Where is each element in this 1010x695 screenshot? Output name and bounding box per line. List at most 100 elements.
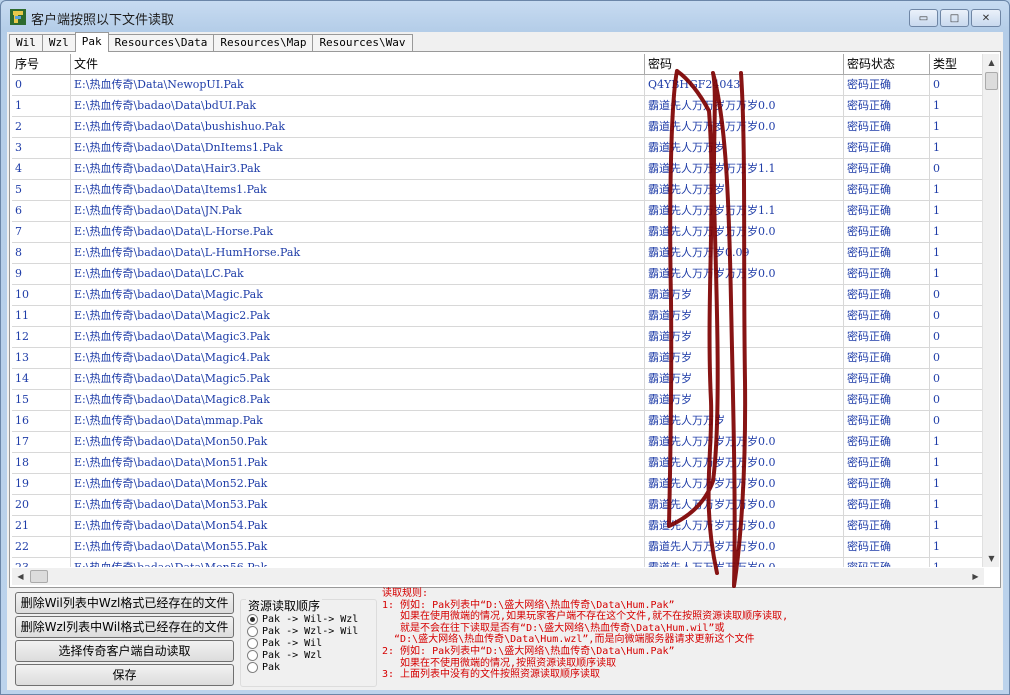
table-row[interactable]: 19 E:\热血传奇\badao\Data\Mon52.Pak 霸道先人万万岁万万岁…: [12, 474, 984, 495]
cell-type: 0: [930, 327, 984, 347]
cell-password-status: 密码正确: [844, 180, 930, 200]
maximize-icon: □: [949, 12, 960, 24]
cell-index: 23: [12, 558, 71, 567]
scroll-up-arrow-icon[interactable]: ▲: [983, 54, 1000, 71]
table-row[interactable]: 10 E:\热血传奇\badao\Data\Magic.Pak 霸道万岁 密码正确 0: [12, 285, 984, 306]
table-row[interactable]: 17 E:\热血传奇\badao\Data\Mon50.Pak 霸道先人万万岁万万岁…: [12, 432, 984, 453]
read-rules-text: 读取规则: 1: 例如: Pak列表中“D:\盛大网络\热血传奇\Data\Hum…: [382, 588, 1000, 681]
table-row[interactable]: 5 E:\热血传奇\badao\Data\Items1.Pak 霸道先人万万岁 密码正…: [12, 180, 984, 201]
radio-button[interactable]: [247, 661, 258, 673]
cell-password-status: 密码正确: [844, 138, 930, 158]
save-button[interactable]: 保存: [15, 664, 234, 686]
read-order-option[interactable]: Pak -> Wzl: [247, 649, 322, 661]
table-row[interactable]: 1 E:\热血传奇\badao\Data\bdUI.Pak 霸道先人万万岁万万岁0.…: [12, 96, 984, 117]
table-row[interactable]: 2 E:\热血传奇\badao\Data\bushishuo.Pak 霸道先人万万岁…: [12, 117, 984, 138]
tab-resources-data[interactable]: Resources\Data: [107, 34, 215, 52]
vertical-scroll-thumb[interactable]: [985, 72, 998, 90]
horizontal-scroll-thumb[interactable]: [30, 570, 48, 583]
cell-type: 0: [930, 390, 984, 410]
tab-resources-wav[interactable]: Resources\Wav: [312, 34, 413, 52]
table-row[interactable]: 13 E:\热血传奇\badao\Data\Magic4.Pak 霸道万岁 密码正确 0: [12, 348, 984, 369]
column-header-file[interactable]: 文件: [71, 54, 645, 74]
minimize-button[interactable]: ▭: [909, 9, 938, 27]
cell-password: 霸道先人万万岁万万岁0.0: [645, 558, 844, 567]
column-header-index[interactable]: 序号: [12, 54, 71, 74]
tab-wil[interactable]: Wil: [9, 34, 43, 52]
title-bar[interactable]: 客户端按照以下文件读取 ▭ □ ✕: [1, 1, 1009, 31]
window-title: 客户端按照以下文件读取: [31, 13, 175, 28]
cell-index: 2: [12, 117, 71, 137]
client-area: Wil Wzl Pak Resources\Data Resources\Map…: [7, 32, 1003, 690]
table-row[interactable]: 4 E:\热血传奇\badao\Data\Hair3.Pak 霸道先人万万岁万万岁1…: [12, 159, 984, 180]
read-order-option[interactable]: Pak -> Wil-> Wzl: [247, 613, 358, 625]
cell-file: E:\热血传奇\badao\Data\JN.Pak: [71, 201, 645, 221]
table-row[interactable]: 20 E:\热血传奇\badao\Data\Mon53.Pak 霸道先人万万岁万万岁…: [12, 495, 984, 516]
cell-password: 霸道先人万万岁万万岁0.0: [645, 264, 844, 284]
cell-file: E:\热血传奇\badao\Data\Mon50.Pak: [71, 432, 645, 452]
table-row[interactable]: 14 E:\热血传奇\badao\Data\Magic5.Pak 霸道万岁 密码正确 0: [12, 369, 984, 390]
table-row[interactable]: 23E:\热血传奇\badao\Data\Mon56.Pak霸道先人万万岁万万岁…: [12, 558, 984, 567]
cell-type: 1: [930, 432, 984, 452]
table-row[interactable]: 7 E:\热血传奇\badao\Data\L-Horse.Pak 霸道先人万万岁万万…: [12, 222, 984, 243]
column-header-password[interactable]: 密码: [645, 54, 844, 74]
table-row[interactable]: 0 E:\热血传奇\Data\NewopUI.Pak Q4YBHGF24043 密码正…: [12, 75, 984, 96]
table-row[interactable]: 15 E:\热血传奇\badao\Data\Magic8.Pak 霸道万岁 密码正确 0: [12, 390, 984, 411]
cell-password: 霸道万岁: [645, 348, 844, 368]
horizontal-scrollbar[interactable]: ◀ ▶: [12, 568, 984, 585]
table-row[interactable]: 3 E:\热血传奇\badao\Data\DnItems1.Pak 霸道先人万万岁密…: [12, 138, 984, 159]
cell-type: 1: [930, 201, 984, 221]
radio-label: Pak -> Wil: [262, 637, 323, 649]
cell-index: 15: [12, 390, 71, 410]
column-header-password-status[interactable]: 密码状态: [844, 54, 930, 74]
cell-file: E:\热血传奇\badao\Data\bdUI.Pak: [71, 96, 645, 116]
table-row[interactable]: 9 E:\热血传奇\badao\Data\LC.Pak 霸道先人万万岁万万岁0.0 密…: [12, 264, 984, 285]
table-row[interactable]: 12 E:\热血传奇\badao\Data\Magic3.Pak 霸道万岁 密码正确 0: [12, 327, 984, 348]
cell-password-status: 密码正确: [844, 453, 930, 473]
table-row[interactable]: 11 E:\热血传奇\badao\Data\Magic2.Pak 霸道万岁 密码正确 0: [12, 306, 984, 327]
rule-line: 1: 例如: Pak列表中“D:\盛大网络\热血传奇\Data\Hum.Pak”: [382, 599, 675, 611]
cell-password: 霸道万岁: [645, 390, 844, 410]
tab-resources-map[interactable]: Resources\Map: [213, 34, 314, 52]
cell-password-status: 密码正确: [844, 75, 930, 95]
cell-index: 8: [12, 243, 71, 263]
vertical-scrollbar[interactable]: ▲ ▼: [982, 54, 999, 567]
radio-button[interactable]: [247, 613, 258, 625]
cell-password: 霸道先人万万岁: [645, 411, 844, 431]
read-order-option[interactable]: Pak -> Wil: [247, 637, 322, 649]
cell-type: 1: [930, 180, 984, 200]
tab-pak[interactable]: Pak: [74, 32, 109, 52]
delete-wil-duplicates-button[interactable]: 删除Wil列表中Wzl格式已经存在的文件: [15, 592, 234, 614]
cell-file: E:\热血传奇\badao\Data\Magic8.Pak: [71, 390, 645, 410]
cell-index: 0: [12, 75, 71, 95]
table-row[interactable]: 16 E:\热血传奇\badao\Data\mmap.Pak 霸道先人万万岁 密码正确…: [12, 411, 984, 432]
tab-wzl[interactable]: Wzl: [41, 34, 76, 52]
cell-password: 霸道先人万万岁万万岁0.0: [645, 474, 844, 494]
table-row[interactable]: 22 E:\热血传奇\badao\Data\Mon55.Pak 霸道先人万万岁万万岁…: [12, 537, 984, 558]
close-icon: ✕: [981, 12, 991, 24]
auto-read-client-button[interactable]: 选择传奇客户端自动读取: [15, 640, 234, 662]
table-row[interactable]: 8 E:\热血传奇\badao\Data\L-HumHorse.Pak 霸道先人万万…: [12, 243, 984, 264]
column-header-type[interactable]: 类型: [930, 54, 984, 74]
table-row[interactable]: 21 E:\热血传奇\badao\Data\Mon54.Pak 霸道先人万万岁万万岁…: [12, 516, 984, 537]
grid-header: 序号 文件 密码 密码状态 类型: [12, 54, 984, 75]
radio-button[interactable]: [247, 625, 258, 637]
cell-index: 5: [12, 180, 71, 200]
radio-button[interactable]: [247, 649, 258, 661]
file-grid[interactable]: 序号 文件 密码 密码状态 类型 0 E:\热血传奇\Data\NewopUI.P…: [12, 54, 984, 567]
close-button[interactable]: ✕: [971, 9, 1001, 27]
delete-wzl-duplicates-button[interactable]: 删除Wzl列表中Wil格式已经存在的文件: [15, 616, 234, 638]
maximize-button[interactable]: □: [940, 9, 969, 27]
cell-type: 0: [930, 306, 984, 326]
pak-tab-panel: 序号 文件 密码 密码状态 类型 0 E:\热血传奇\Data\NewopUI.P…: [9, 51, 1001, 588]
read-order-option[interactable]: Pak: [247, 661, 280, 673]
cell-password: 霸道先人万万岁万万岁0.0: [645, 495, 844, 515]
read-order-option[interactable]: Pak -> Wzl-> Wil: [247, 625, 358, 637]
scroll-right-arrow-icon[interactable]: ▶: [967, 568, 984, 585]
radio-button[interactable]: [247, 637, 258, 649]
table-row[interactable]: 6 E:\热血传奇\badao\Data\JN.Pak 霸道先人万万岁万万岁1.1 密…: [12, 201, 984, 222]
cell-type: 1: [930, 117, 984, 137]
scroll-down-arrow-icon[interactable]: ▼: [983, 550, 1000, 567]
table-row[interactable]: 18 E:\热血传奇\badao\Data\Mon51.Pak 霸道先人万万岁万万岁…: [12, 453, 984, 474]
cell-type: 1: [930, 495, 984, 515]
scroll-left-arrow-icon[interactable]: ◀: [12, 568, 29, 585]
